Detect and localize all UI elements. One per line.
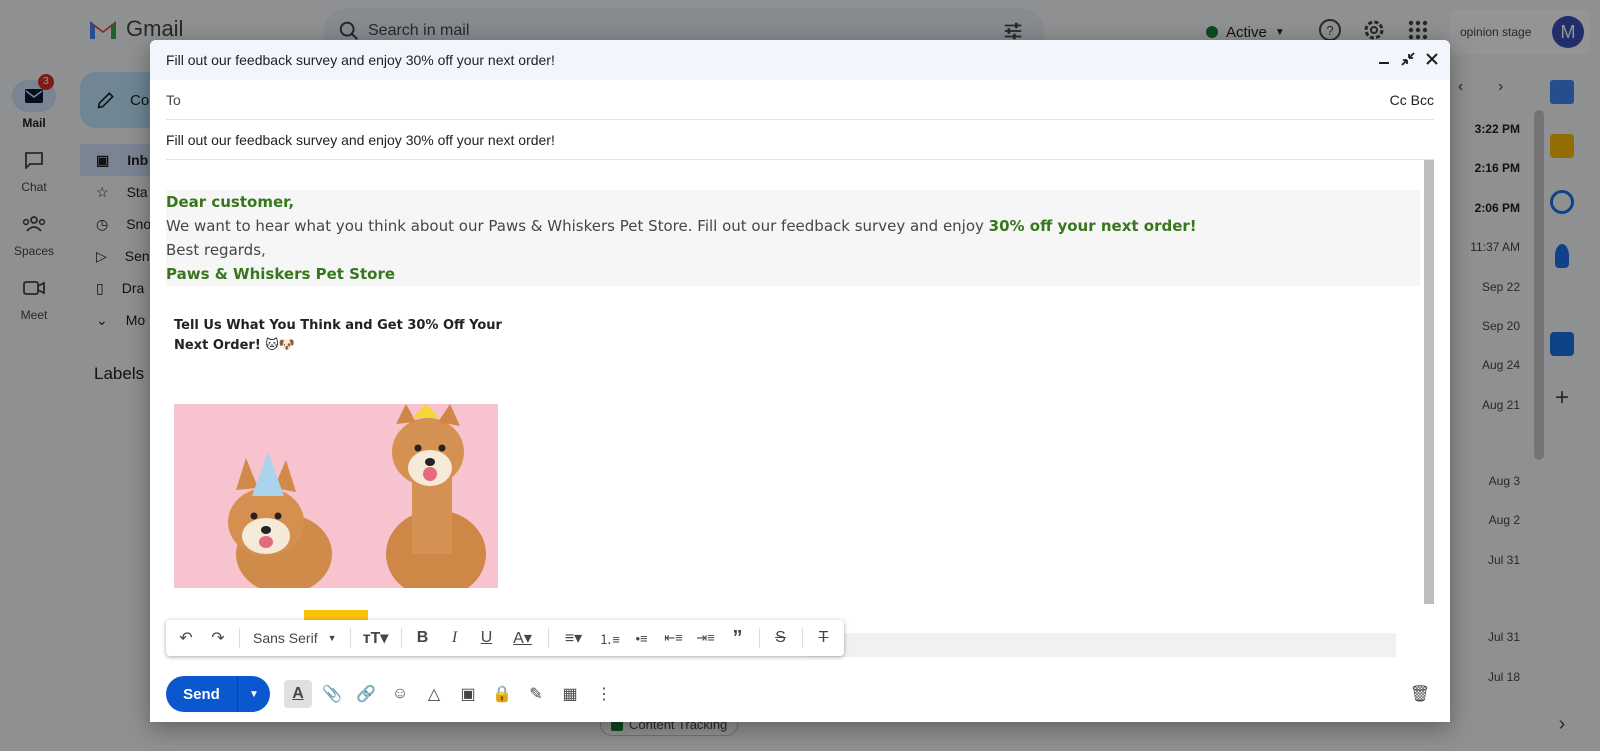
indent-less-icon[interactable]: ⇤≡ — [660, 624, 688, 652]
strikethrough-icon[interactable]: S — [767, 624, 795, 652]
recipients-row[interactable]: To Cc Bcc — [166, 80, 1434, 120]
toolbar-divider — [400, 628, 402, 648]
toolbar-divider — [239, 628, 240, 648]
message-body[interactable]: Dear customer, We want to hear what you … — [166, 160, 1426, 648]
signature-pen-icon[interactable]: ✎ — [522, 680, 550, 708]
font-family-select[interactable]: Sans Serif ▼ — [247, 630, 343, 646]
signature: Paws & Whiskers Pet Store — [166, 265, 396, 283]
indent-more-icon[interactable]: ⇥≡ — [692, 624, 720, 652]
bold-icon[interactable]: B — [409, 624, 437, 652]
numbered-list-icon[interactable]: ⒈≡ — [596, 624, 624, 652]
insert-link-icon[interactable]: 🔗 — [352, 680, 380, 708]
discard-draft-icon[interactable]: 🗑 — [1406, 680, 1434, 708]
compose-footer: Send ▼ A 📎 🔗 ☺ △ ▣ 🔒 ✎ ▦ ⋮ 🗑 — [166, 674, 1434, 714]
drive-icon[interactable]: △ — [420, 680, 448, 708]
greeting-block: Dear customer, We want to hear what you … — [166, 190, 1420, 286]
send-options-chevron-icon[interactable]: ▼ — [238, 676, 270, 712]
chevron-down-icon: ▼ — [327, 633, 337, 643]
toolbar-divider — [547, 628, 549, 648]
compose-title: Fill out our feedback survey and enjoy 3… — [166, 52, 555, 68]
quoted-text-strip — [806, 633, 1396, 657]
schedule-send-icon[interactable]: ▦ — [556, 680, 584, 708]
party-dogs-image — [174, 404, 498, 588]
toolbar-divider — [758, 628, 760, 648]
remove-formatting-icon[interactable]: T — [810, 624, 838, 652]
to-label: To — [166, 91, 181, 108]
exit-fullscreen-icon[interactable] — [1400, 51, 1416, 67]
more-options-icon[interactable]: ⋮ — [590, 680, 618, 708]
send-button[interactable]: Send — [166, 676, 238, 712]
quote-icon[interactable]: ” — [724, 624, 752, 652]
close-icon[interactable] — [1424, 51, 1440, 67]
body-highlight: 30% off your next order! — [988, 217, 1197, 235]
formatting-toolbar: ↶ ↷ Sans Serif ▼ тT▾ B I U A▾ ≡▾ ⒈≡ •≡ ⇤≡… — [166, 620, 844, 656]
minimize-icon[interactable] — [1376, 51, 1392, 67]
body-paragraph: We want to hear what you think about our… — [166, 214, 1420, 238]
send-button-group: Send ▼ — [166, 676, 270, 712]
emoji-icon[interactable]: ☺ — [386, 680, 414, 708]
compose-dialog: Fill out our feedback survey and enjoy 3… — [150, 40, 1450, 722]
align-icon[interactable]: ≡▾ — [556, 624, 592, 652]
font-family-value: Sans Serif — [253, 630, 318, 646]
sign-off: Best regards, — [166, 241, 266, 259]
underline-icon[interactable]: U — [473, 624, 501, 652]
undo-icon[interactable]: ↶ — [172, 624, 200, 652]
body-text: We want to hear what you think about our… — [166, 217, 989, 235]
toolbar-divider — [801, 628, 803, 648]
confidential-mode-icon[interactable]: 🔒 — [488, 680, 516, 708]
window-controls — [1376, 51, 1440, 67]
redo-icon[interactable]: ↷ — [204, 624, 232, 652]
font-size-icon[interactable]: тT▾ — [358, 624, 394, 652]
text-color-icon[interactable]: A▾ — [505, 624, 541, 652]
scrollbar-thumb[interactable] — [1424, 160, 1434, 604]
cc-bcc-link[interactable]: Cc Bcc — [1390, 92, 1434, 108]
body-scrollbar[interactable] — [1424, 160, 1434, 604]
greeting: Dear customer, — [166, 193, 295, 211]
subject-field[interactable]: Fill out our feedback survey and enjoy 3… — [166, 120, 1434, 160]
subject-value: Fill out our feedback survey and enjoy 3… — [166, 131, 555, 148]
italic-icon[interactable]: I — [441, 624, 469, 652]
formatting-options-icon[interactable]: A — [284, 680, 312, 708]
compose-header: Fill out our feedback survey and enjoy 3… — [150, 40, 1450, 80]
insert-photo-icon[interactable]: ▣ — [454, 680, 482, 708]
attach-file-icon[interactable]: 📎 — [318, 680, 346, 708]
survey-card-title: Tell Us What You Think and Get 30% Off Y… — [174, 318, 502, 353]
toolbar-divider — [349, 628, 351, 648]
bulleted-list-icon[interactable]: •≡ — [628, 624, 656, 652]
